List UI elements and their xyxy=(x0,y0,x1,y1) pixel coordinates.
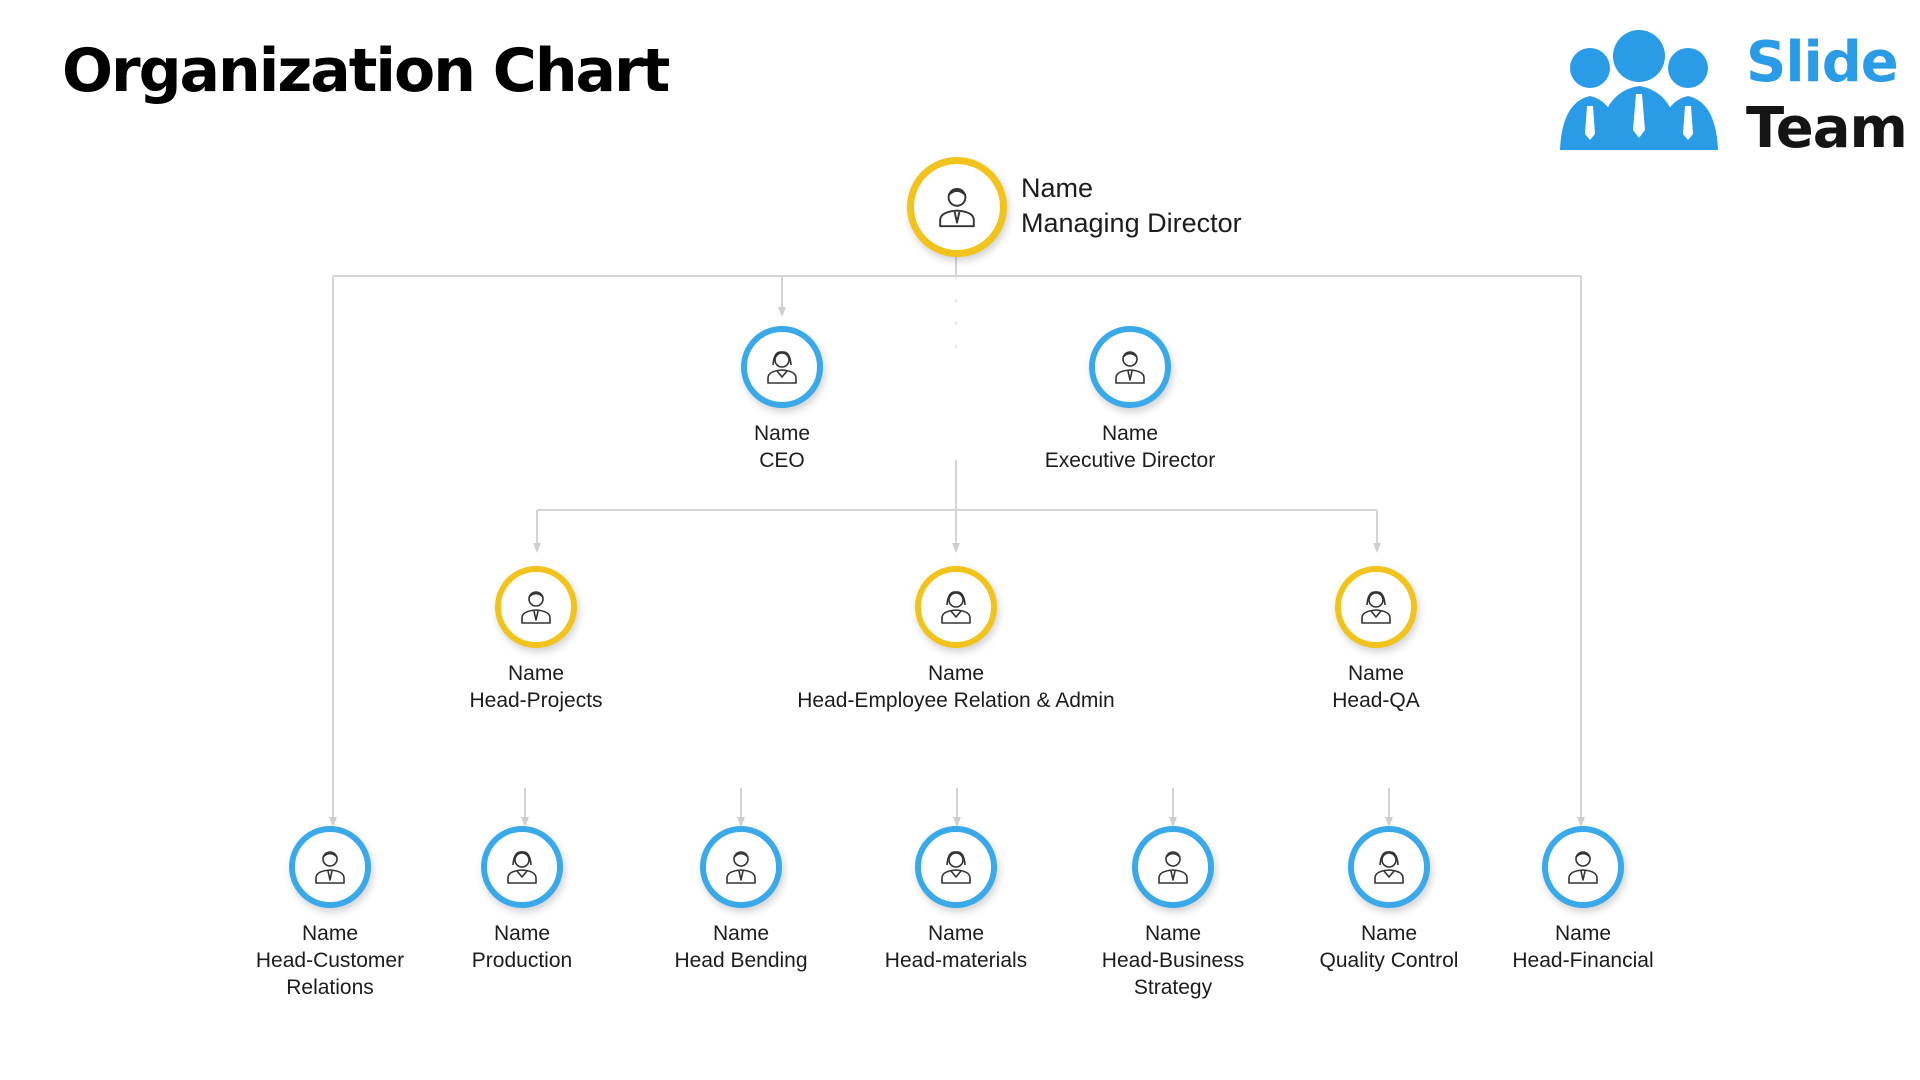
node-role-continued: Relations xyxy=(286,976,374,999)
businesswoman-icon xyxy=(941,851,971,884)
node-role: Head-Employee Relation & Admin xyxy=(797,689,1115,712)
node-role-continued: Strategy xyxy=(1133,976,1213,999)
node-role: Managing Director xyxy=(1021,208,1242,238)
node-managing-director: Name Managing Director xyxy=(907,157,1267,257)
businessman-icon xyxy=(315,851,345,884)
businesswoman-icon xyxy=(767,351,797,384)
businessman-icon xyxy=(521,591,551,624)
node-role: Head-Financial xyxy=(1512,949,1654,972)
node-head-employee-relation: Name Head-Employee Relation & Admin xyxy=(756,566,1156,714)
businessman-icon xyxy=(939,188,975,228)
businesswoman-icon xyxy=(1374,851,1404,884)
avatar xyxy=(915,566,997,648)
avatar xyxy=(741,326,823,408)
avatar xyxy=(481,826,563,908)
node-name: Name xyxy=(1554,922,1612,945)
node-name: Name xyxy=(1101,422,1159,445)
businessman-icon xyxy=(1158,851,1188,884)
avatar xyxy=(915,826,997,908)
businessman-icon xyxy=(1115,351,1145,384)
avatar xyxy=(289,826,371,908)
businesswoman-icon xyxy=(507,851,537,884)
node-ceo: Name CEO xyxy=(642,326,922,474)
node-name: Name xyxy=(753,422,811,445)
node-head-financial: Name Head-Financial xyxy=(1443,826,1723,974)
node-head-qa: Name Head-QA xyxy=(1236,566,1516,714)
node-executive-director: Name Executive Director xyxy=(990,326,1270,474)
avatar xyxy=(1335,566,1417,648)
avatar xyxy=(1348,826,1430,908)
businessman-icon xyxy=(726,851,756,884)
avatar xyxy=(1542,826,1624,908)
avatar xyxy=(907,157,1007,257)
node-name: Name xyxy=(1347,662,1405,685)
businesswoman-icon xyxy=(941,591,971,624)
avatar xyxy=(1089,326,1171,408)
node-name: Name xyxy=(927,662,985,685)
node-role: Executive Director xyxy=(1044,449,1216,472)
avatar xyxy=(1132,826,1214,908)
node-role: CEO xyxy=(759,449,805,472)
node-role: Head-QA xyxy=(1332,689,1420,712)
node-role: Head-Projects xyxy=(469,689,603,712)
node-name: Name xyxy=(1021,173,1094,203)
node-head-projects: Name Head-Projects xyxy=(396,566,676,714)
businessman-icon xyxy=(1568,851,1598,884)
businesswoman-icon xyxy=(1361,591,1391,624)
node-name: Name xyxy=(507,662,565,685)
avatar xyxy=(495,566,577,648)
avatar xyxy=(700,826,782,908)
